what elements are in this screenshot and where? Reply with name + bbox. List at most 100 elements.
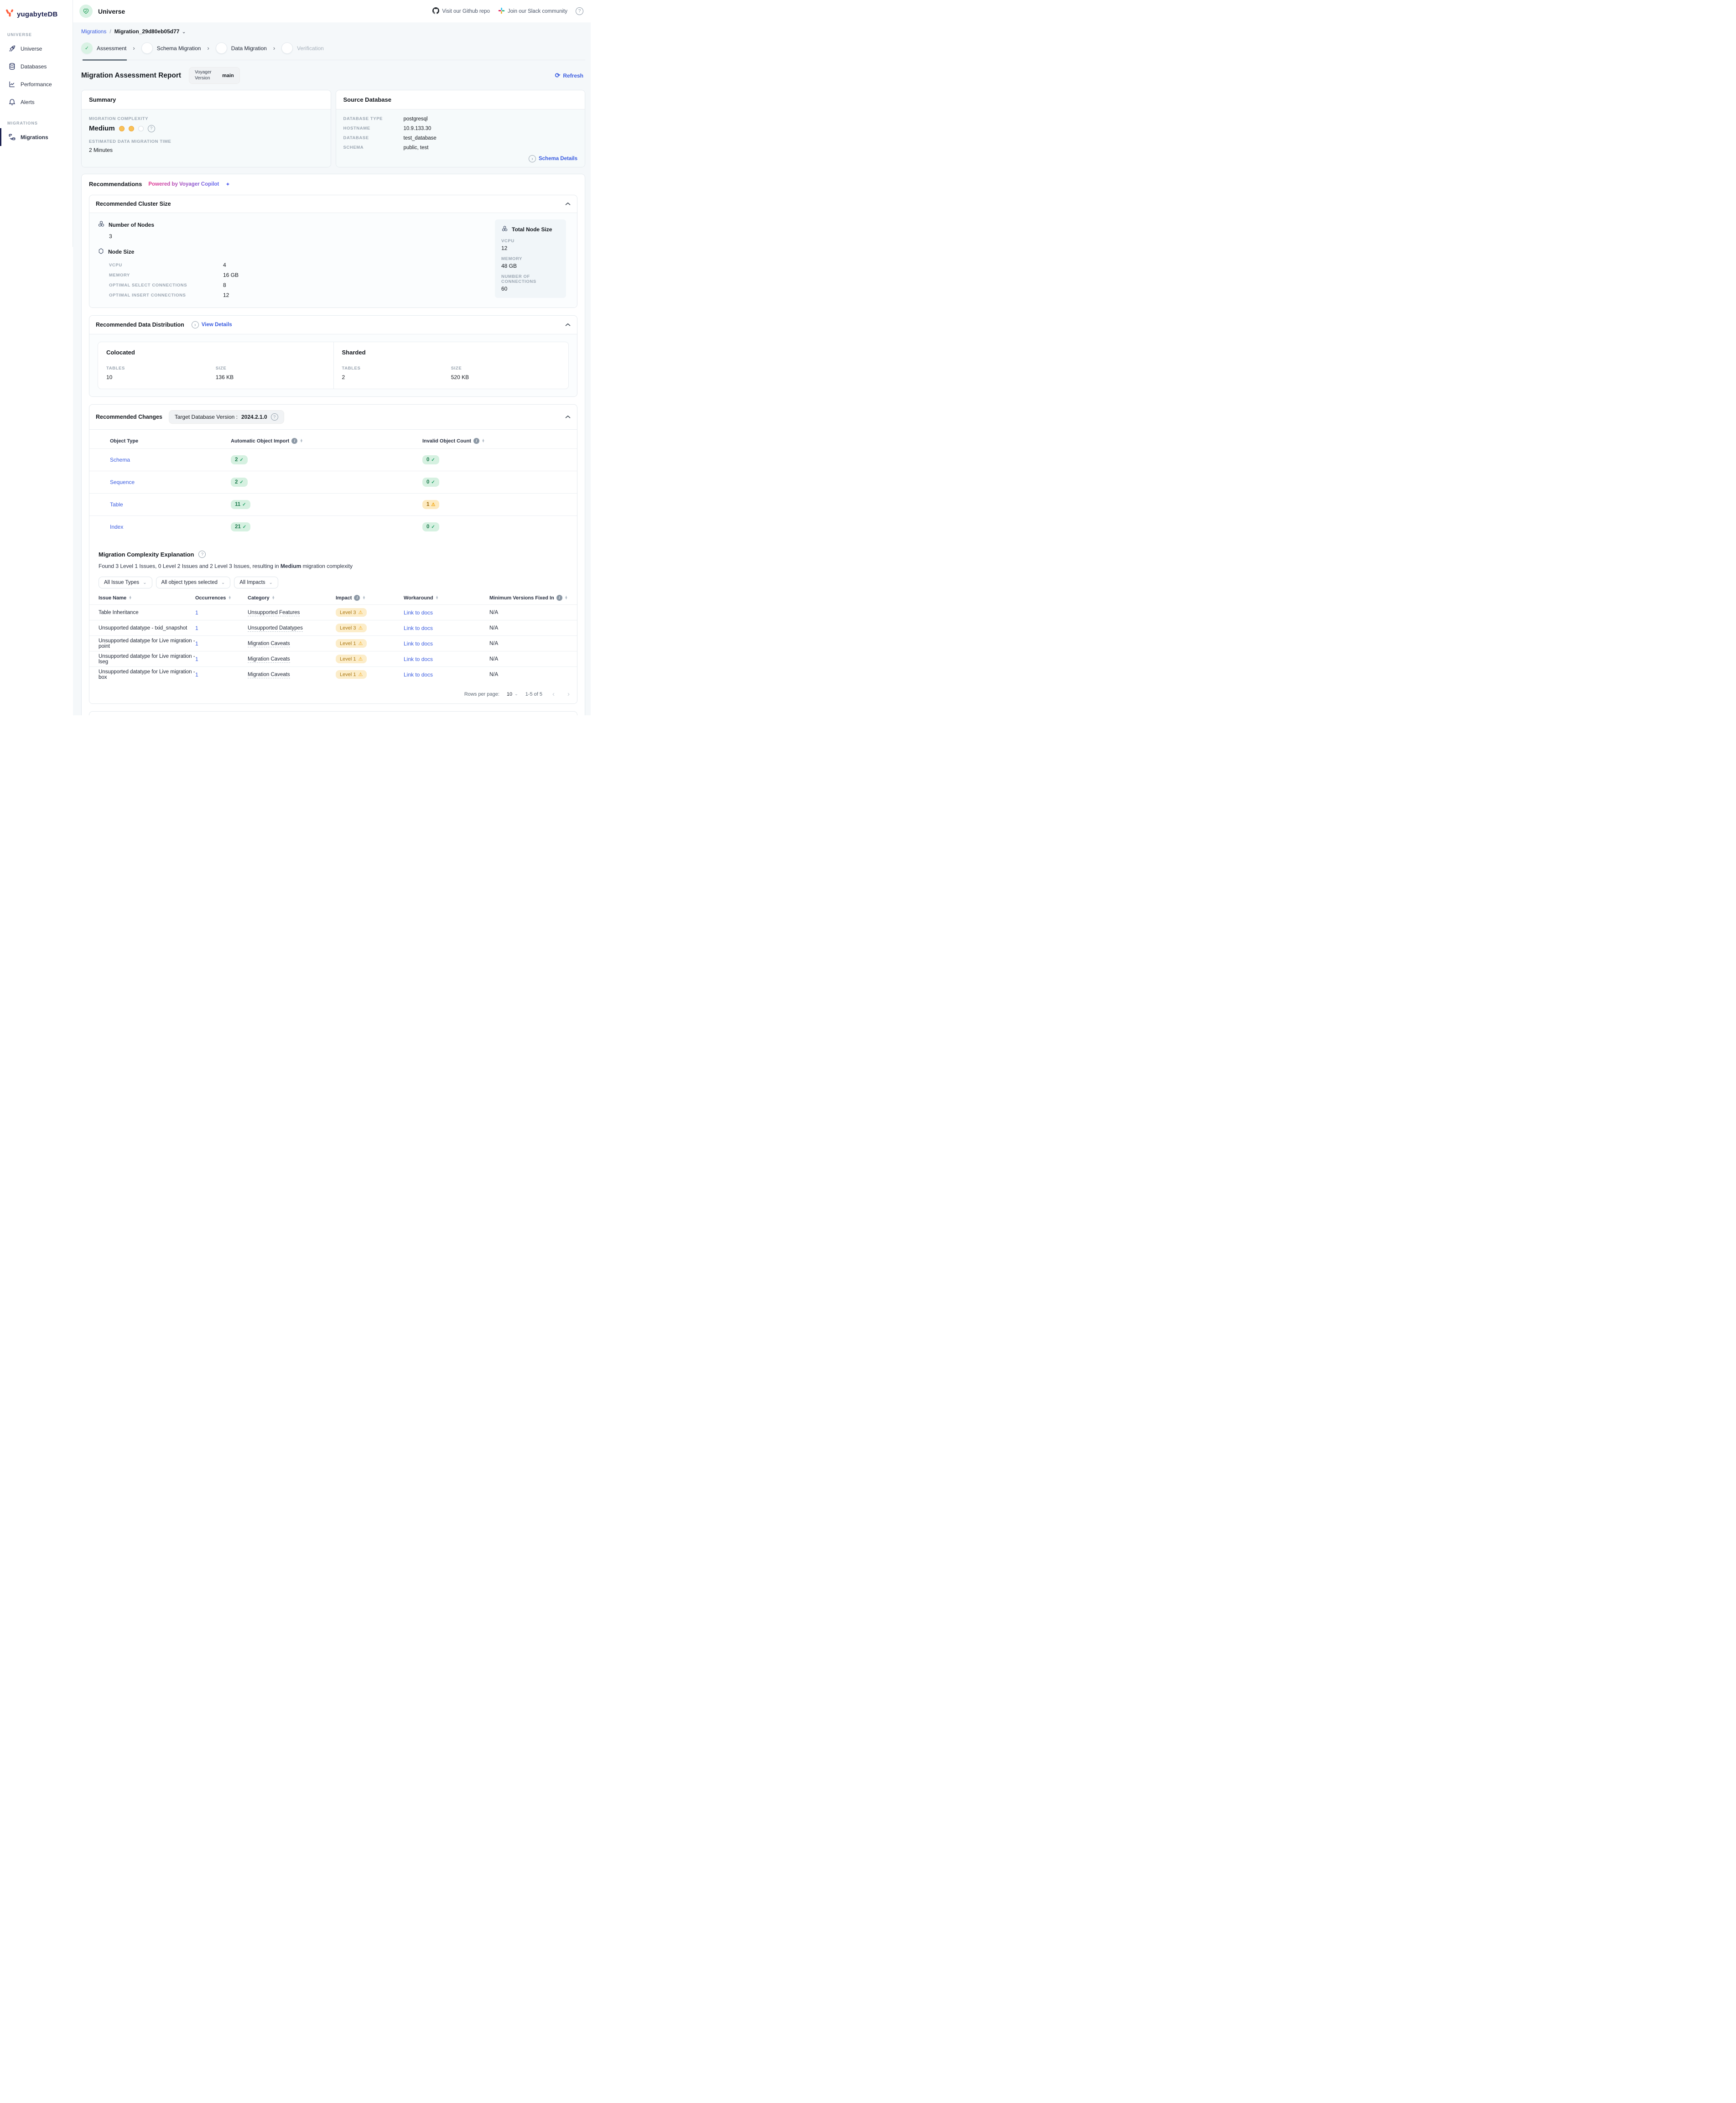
- warning-icon: ⚠: [358, 640, 363, 646]
- col-occurrences: Occurrences▲▼: [195, 595, 248, 601]
- refresh-icon: ⟳: [555, 72, 561, 79]
- workaround-link[interactable]: Link to docs: [404, 672, 489, 678]
- sidebar-item-databases[interactable]: Databases: [0, 57, 73, 75]
- view-details-link[interactable]: › View Details: [192, 321, 232, 328]
- step-schema-migration[interactable]: Schema Migration: [141, 42, 201, 54]
- total-vcpu-value: 12: [501, 245, 560, 251]
- sort-control[interactable]: ▲▼: [129, 596, 132, 600]
- previous-page-button[interactable]: ‹: [550, 690, 557, 698]
- occurrences-link[interactable]: 1: [195, 609, 248, 616]
- filter-impacts[interactable]: All Impacts⌄: [234, 577, 278, 588]
- sidebar-item-universe[interactable]: Universe: [0, 40, 73, 57]
- nodes-cluster-icon: [98, 220, 105, 229]
- chevron-right-icon: ›: [207, 45, 209, 52]
- step-data-migration[interactable]: Data Migration: [216, 42, 267, 54]
- sort-control[interactable]: ▲▼: [362, 596, 365, 600]
- info-icon[interactable]: i: [354, 595, 360, 601]
- schema-details-link[interactable]: › Schema Details: [529, 155, 577, 162]
- category-tooltip[interactable]: Migration Caveats: [248, 656, 290, 663]
- breadcrumb-migrations-link[interactable]: Migrations: [81, 28, 106, 35]
- github-link[interactable]: Visit our Github repo: [432, 7, 490, 16]
- issue-name: Unsupported datatype for Live migration …: [89, 654, 195, 665]
- target-version-help-icon[interactable]: ?: [271, 413, 278, 421]
- sidebar-item-performance[interactable]: Performance: [0, 75, 73, 93]
- slack-link[interactable]: Join our Slack community: [498, 7, 567, 16]
- occurrences-link[interactable]: 1: [195, 656, 248, 662]
- issue-name: Unsupported datatype for Live migration …: [89, 669, 195, 680]
- powered-by-voyager-copilot[interactable]: Powered by Voyager Copilot: [148, 182, 219, 187]
- complexity-value: Medium: [89, 125, 115, 132]
- min-versions-value: N/A: [489, 641, 577, 646]
- brand-name: yugabyteDB: [17, 10, 58, 18]
- col-category: Category▲▼: [248, 595, 336, 601]
- breadcrumb: Migrations / Migration_29d80eb05d77 ⌄: [81, 22, 585, 35]
- object-type-link[interactable]: Table: [89, 501, 231, 508]
- issues-table-header: Issue Name▲▼ Occurrences▲▼ Category▲▼ Im…: [89, 588, 577, 604]
- info-icon[interactable]: i: [473, 438, 479, 444]
- workaround-link[interactable]: Link to docs: [404, 640, 489, 647]
- bell-icon: [8, 98, 16, 106]
- filter-issue-types[interactable]: All Issue Types⌄: [99, 577, 152, 588]
- sidebar-item-migrations[interactable]: Migrations: [0, 128, 73, 146]
- next-page-button[interactable]: ›: [565, 690, 572, 698]
- sharded-tables-value: 2: [342, 374, 451, 380]
- total-node-size-title: Total Node Size: [512, 226, 552, 233]
- category-tooltip[interactable]: Unsupported Features: [248, 610, 300, 616]
- step-assessment[interactable]: ✓ Assessment: [81, 42, 126, 54]
- sort-control[interactable]: ▲▼: [272, 596, 275, 600]
- occurrences-link[interactable]: 1: [195, 640, 248, 647]
- sort-control[interactable]: ▲▼: [436, 596, 439, 600]
- db-type-value: postgresql: [404, 116, 578, 122]
- help-icon[interactable]: ?: [576, 7, 583, 15]
- complexity-explanation-help-icon[interactable]: ?: [198, 551, 206, 558]
- collapse-icon[interactable]: [565, 415, 571, 419]
- chevron-down-icon: ⌄: [515, 692, 518, 697]
- chevron-down-icon: ⌄: [269, 580, 273, 585]
- changes-row-schema: Schema 2✓ 0✓: [89, 448, 577, 471]
- collapse-icon[interactable]: [565, 202, 571, 206]
- info-icon[interactable]: i: [291, 438, 297, 444]
- notes-section: Notes • Limitations in assessment: [89, 711, 577, 715]
- collapse-icon[interactable]: [565, 323, 571, 327]
- chevron-right-circle-icon: ›: [529, 155, 536, 162]
- object-type-link[interactable]: Index: [89, 524, 231, 530]
- occurrences-link[interactable]: 1: [195, 625, 248, 631]
- source-database-card: Source Database DATABASE TYPE postgresql…: [336, 90, 586, 167]
- total-vcpu-label: VCPU: [501, 239, 560, 244]
- yugabyte-logo-icon: [5, 9, 14, 19]
- info-icon[interactable]: i: [556, 595, 562, 601]
- complexity-help-icon[interactable]: ?: [148, 125, 155, 132]
- refresh-button[interactable]: ⟳ Refresh: [555, 72, 585, 79]
- breadcrumb-current[interactable]: Migration_29d80eb05d77 ⌄: [114, 28, 186, 35]
- workaround-link[interactable]: Link to docs: [404, 609, 489, 616]
- step-verification[interactable]: Verification: [281, 42, 324, 54]
- chevron-right-icon: ›: [273, 45, 275, 52]
- database-value: test_database: [404, 135, 578, 141]
- colocated-tables-value: 10: [106, 374, 216, 380]
- summary-title: Summary: [89, 96, 116, 103]
- category-tooltip[interactable]: Migration Caveats: [248, 641, 290, 647]
- number-of-nodes-label: Number of Nodes: [109, 222, 154, 228]
- sort-control[interactable]: ▲▼: [565, 596, 568, 600]
- category-tooltip[interactable]: Migration Caveats: [248, 672, 290, 678]
- category-tooltip[interactable]: Unsupported Datatypes: [248, 625, 303, 632]
- sort-control[interactable]: ▲▼: [482, 439, 485, 443]
- filter-object-types[interactable]: All object types selected⌄: [156, 577, 231, 588]
- brand-logo[interactable]: yugabyteDB: [0, 0, 73, 22]
- sidebar-item-alerts[interactable]: Alerts: [0, 93, 73, 111]
- total-node-size-box: Total Node Size VCPU12 MEMORY48 GB NUMBE…: [495, 219, 566, 298]
- changes-row-sequence: Sequence 2✓ 0✓: [89, 471, 577, 493]
- workaround-link[interactable]: Link to docs: [404, 625, 489, 631]
- data-distribution-section: Recommended Data Distribution › View Det…: [89, 315, 577, 397]
- sort-control[interactable]: ▲▼: [300, 439, 303, 443]
- col-impact: Impacti▲▼: [336, 595, 404, 601]
- issue-name: Table Inheritance: [89, 610, 195, 615]
- occurrences-link[interactable]: 1: [195, 672, 248, 678]
- object-type-link[interactable]: Sequence: [89, 479, 231, 485]
- workaround-link[interactable]: Link to docs: [404, 656, 489, 662]
- sort-control[interactable]: ▲▼: [228, 596, 231, 600]
- issue-row: Unsupported datatype for Live migration …: [89, 635, 577, 651]
- sidebar-section-universe: UNIVERSE: [0, 22, 73, 40]
- object-type-link[interactable]: Schema: [89, 457, 231, 463]
- rows-per-page-select[interactable]: 10 ⌄: [507, 692, 518, 697]
